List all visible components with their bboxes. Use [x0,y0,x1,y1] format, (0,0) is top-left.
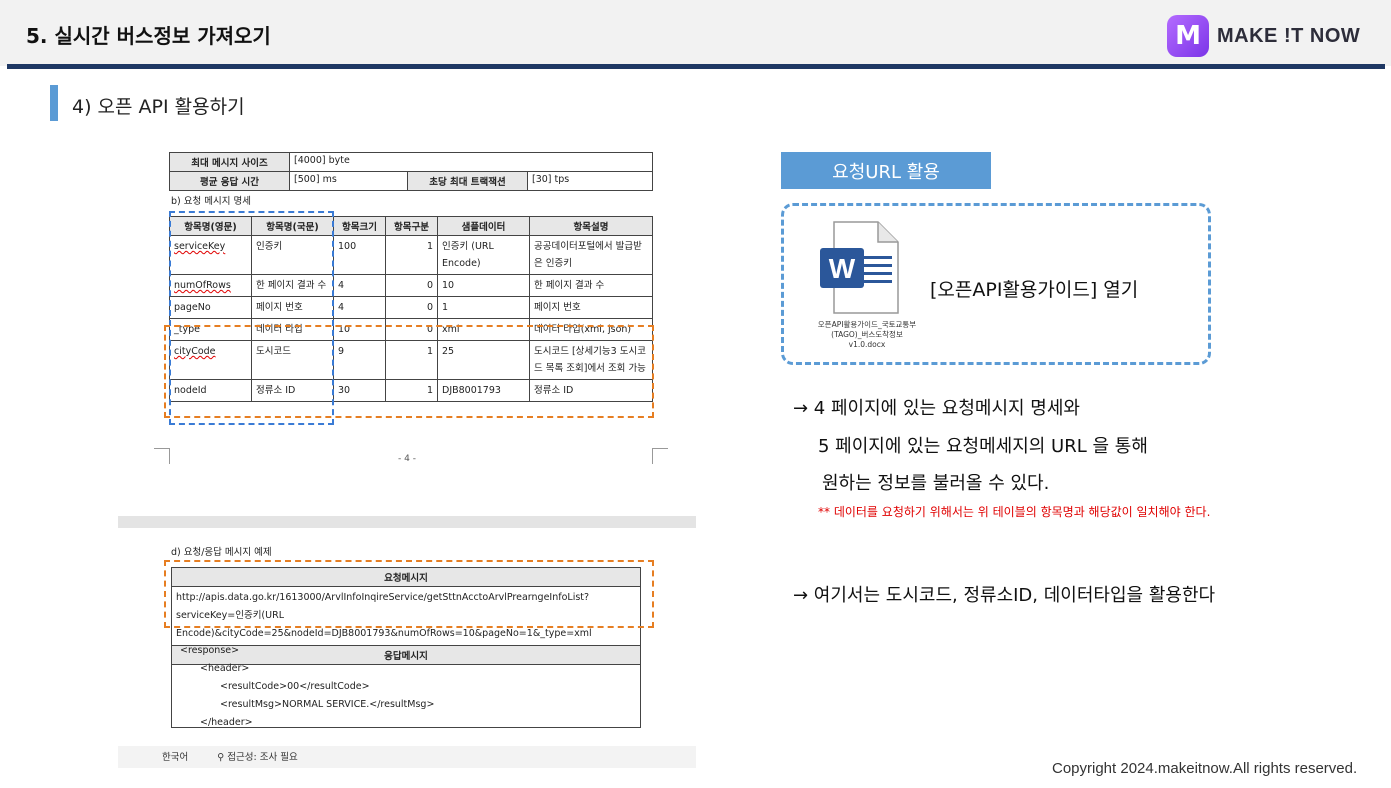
spec-cell: 10 [437,274,530,297]
svg-text:W: W [829,253,856,284]
spec-cell: 인증키 (URL Encode) [437,235,530,275]
section-marker [50,85,58,121]
response-line: <header> [200,663,250,674]
request-url-highlight [164,560,654,628]
max-message-size-value: [4000] byte [289,152,653,172]
desc-line-3: 원하는 정보를 불러올 수 있다. [822,473,1050,494]
slide-title: 5. 실시간 버스정보 가져오기 [26,24,271,48]
max-tps-value: [30] tps [527,171,653,191]
spec-header: 항목설명 [529,216,653,236]
request-url-tag: 요청URL 활용 [781,152,991,189]
spec-cell: 한 페이지 결과 수 [529,274,653,297]
spec-cell: 1 [385,235,438,275]
used-params-highlight [164,325,654,418]
status-accessibility[interactable]: 접근성: 조사 필요 [227,752,297,763]
desc-line-4: → 여기서는 도시코드, 정류소ID, 데이터타입을 활용한다 [793,585,1216,606]
response-body: <response> <header> <resultCode>00</resu… [171,638,641,728]
open-guide-label: [오픈API활용가이드] 열기 [930,279,1139,301]
spec-cell: 100 [333,235,386,275]
logo-text: MAKE !T NOW [1217,24,1361,47]
example-caption: d) 요청/응답 메시지 예제 [171,547,272,558]
spec-cell: 4 [333,274,386,297]
desc-line-1: → 4 페이지에 있는 요청메시지 명세와 [793,398,1080,419]
title-divider [7,64,1385,69]
max-tps-label: 초당 최대 트랙잭션 [407,171,528,191]
spec-header: 항목구분 [385,216,438,236]
copyright: Copyright 2024.makeitnow.All rights rese… [1052,760,1358,777]
response-line: </header> [200,717,253,728]
spec-cell: 페이지 번호 [529,296,653,319]
api-guide-document: 최대 메시지 사이즈 [4000] byte 평균 응답 시간 [500] ms… [118,152,696,768]
spec-cell: 0 [385,296,438,319]
logo-badge: M [1167,15,1209,57]
response-line: <resultMsg>NORMAL SERVICE.</resultMsg> [220,699,435,710]
response-line: <response> [180,645,240,656]
page-corner-mark [154,448,170,464]
spec-header: 항목크기 [333,216,386,236]
word-status-bar: 한국어 ⚲ 접근성: 조사 필요 [118,746,696,768]
avg-response-label: 평균 응답 시간 [169,171,290,191]
brand-logo: M MAKE !T NOW [1167,15,1360,57]
performance-table: 최대 메시지 사이즈 [4000] byte 평균 응답 시간 [500] ms… [169,152,653,191]
spec-header: 샘플데이터 [437,216,530,236]
response-line: <resultCode>00</resultCode> [220,681,370,692]
spec-cell: 0 [385,274,438,297]
avg-response-value: [500] ms [289,171,408,191]
status-language[interactable]: 한국어 [162,752,188,763]
page-break [118,516,696,528]
warning-note: ** 데이터를 요청하기 위해서는 위 테이블의 항목명과 해당값이 일치해야 … [818,505,1211,519]
word-document-icon[interactable]: W [820,220,900,315]
file-name[interactable]: 오픈API활용가이드_국토교통부(TAGO)_버스도착정보 v1.0.docx [812,320,922,350]
page-number: - 4 - [398,454,416,464]
accessibility-icon: ⚲ [217,752,225,763]
spec-caption: b) 요청 메시지 명세 [171,196,251,207]
section-title: 4) 오픈 API 활용하기 [72,96,245,118]
page-corner-mark [652,448,668,464]
spec-cell: 4 [333,296,386,319]
desc-line-2: 5 페이지에 있는 요청메세지의 URL 을 통해 [818,436,1148,457]
spec-cell: 1 [437,296,530,319]
max-message-size-label: 최대 메시지 사이즈 [169,152,290,172]
spec-cell: 공공데이터포털에서 발급받은 인증키 [529,235,653,275]
